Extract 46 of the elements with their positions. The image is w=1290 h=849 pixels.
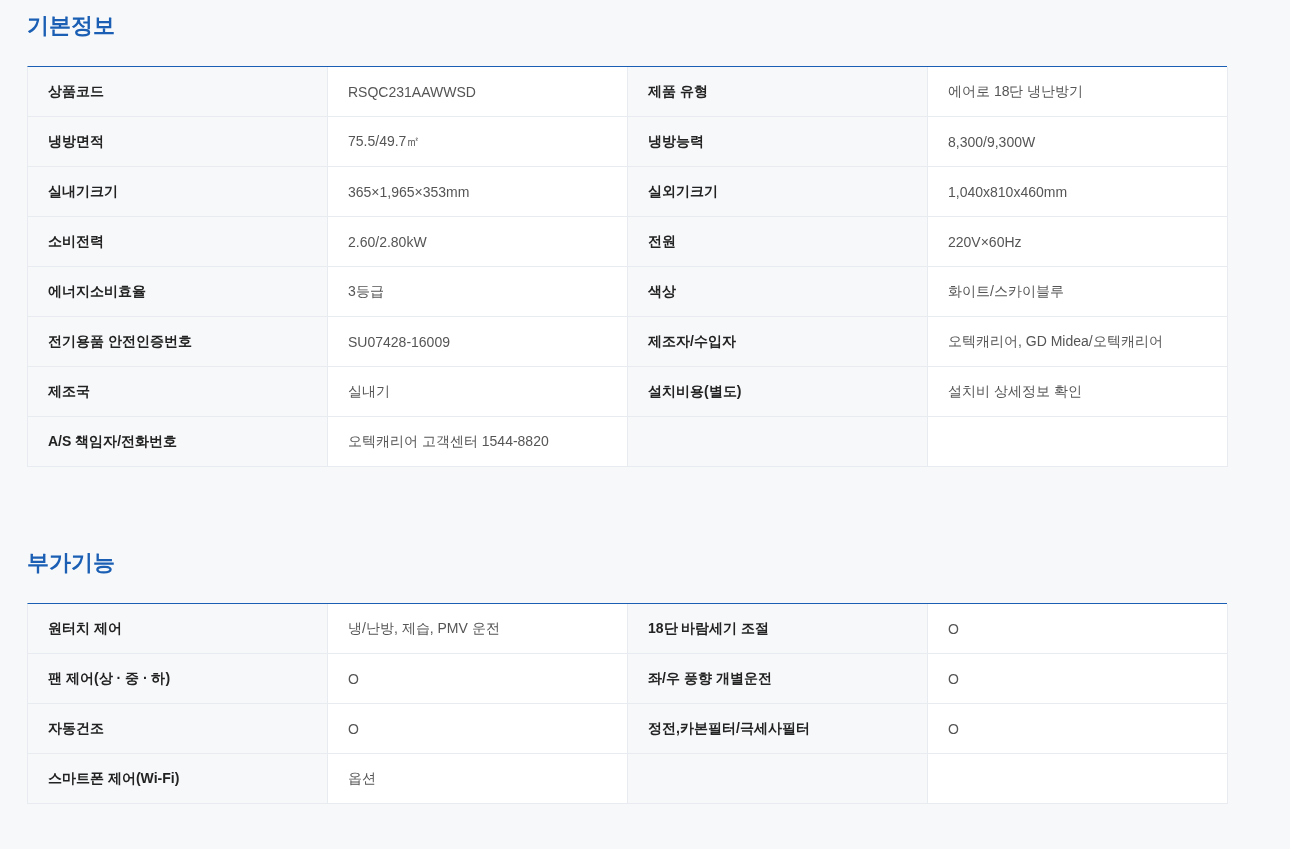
value-cell: 1,040x810x460mm <box>928 167 1228 217</box>
value-cell: RSQC231AAWWSD <box>328 67 628 117</box>
value-cell: 실내기 <box>328 367 628 417</box>
value-cell: O <box>328 704 628 754</box>
label-cell: 상품코드 <box>28 67 328 117</box>
value-cell: O <box>928 704 1228 754</box>
value-cell: O <box>328 654 628 704</box>
label-cell: 냉방면적 <box>28 117 328 167</box>
value-cell: 오텍캐리어 고객센터 1544-8820 <box>328 417 628 467</box>
value-cell: O <box>928 604 1228 654</box>
value-cell: 8,300/9,300W <box>928 117 1228 167</box>
label-cell: 팬 제어(상 · 중 · 하) <box>28 654 328 704</box>
value-cell: 화이트/스카이블루 <box>928 267 1228 317</box>
label-cell: 에너지소비효율 <box>28 267 328 317</box>
label-cell: 실외기크기 <box>628 167 928 217</box>
value-cell: 220V×60Hz <box>928 217 1228 267</box>
value-cell: 에어로 18단 냉난방기 <box>928 67 1228 117</box>
label-cell: 제조국 <box>28 367 328 417</box>
label-cell: 냉방능력 <box>628 117 928 167</box>
label-cell: 실내기크기 <box>28 167 328 217</box>
section-title: 부가기능 <box>27 549 115 577</box>
label-cell: 정전,카본필터/극세사필터 <box>628 704 928 754</box>
label-cell: A/S 책임자/전화번호 <box>28 417 328 467</box>
label-cell: 제품 유형 <box>628 67 928 117</box>
label-cell: 전기용품 안전인증번호 <box>28 317 328 367</box>
value-cell: 냉/난방, 제습, PMV 운전 <box>328 604 628 654</box>
label-cell: 설치비용(별도) <box>628 367 928 417</box>
value-cell: 365×1,965×353mm <box>328 167 628 217</box>
label-cell: 소비전력 <box>28 217 328 267</box>
value-cell: O <box>928 654 1228 704</box>
label-cell: 원터치 제어 <box>28 604 328 654</box>
label-cell: 색상 <box>628 267 928 317</box>
label-cell: 제조자/수입자 <box>628 317 928 367</box>
value-cell: 3등급 <box>328 267 628 317</box>
label-cell: 좌/우 풍향 개별운전 <box>628 654 928 704</box>
value-cell: 설치비 상세정보 확인 <box>928 367 1228 417</box>
label-cell: 스마트폰 제어(Wi-Fi) <box>28 754 328 804</box>
label-cell: 자동건조 <box>28 704 328 754</box>
section-title: 기본정보 <box>27 12 115 40</box>
value-cell: SU07428-16009 <box>328 317 628 367</box>
label-cell: 전원 <box>628 217 928 267</box>
value-cell: 75.5/49.7㎡ <box>328 117 628 167</box>
label-cell: 18단 바람세기 조절 <box>628 604 928 654</box>
value-cell: 옵션 <box>328 754 628 804</box>
value-cell: 2.60/2.80kW <box>328 217 628 267</box>
value-cell: 오텍캐리어, GD Midea/오텍캐리어 <box>928 317 1228 367</box>
